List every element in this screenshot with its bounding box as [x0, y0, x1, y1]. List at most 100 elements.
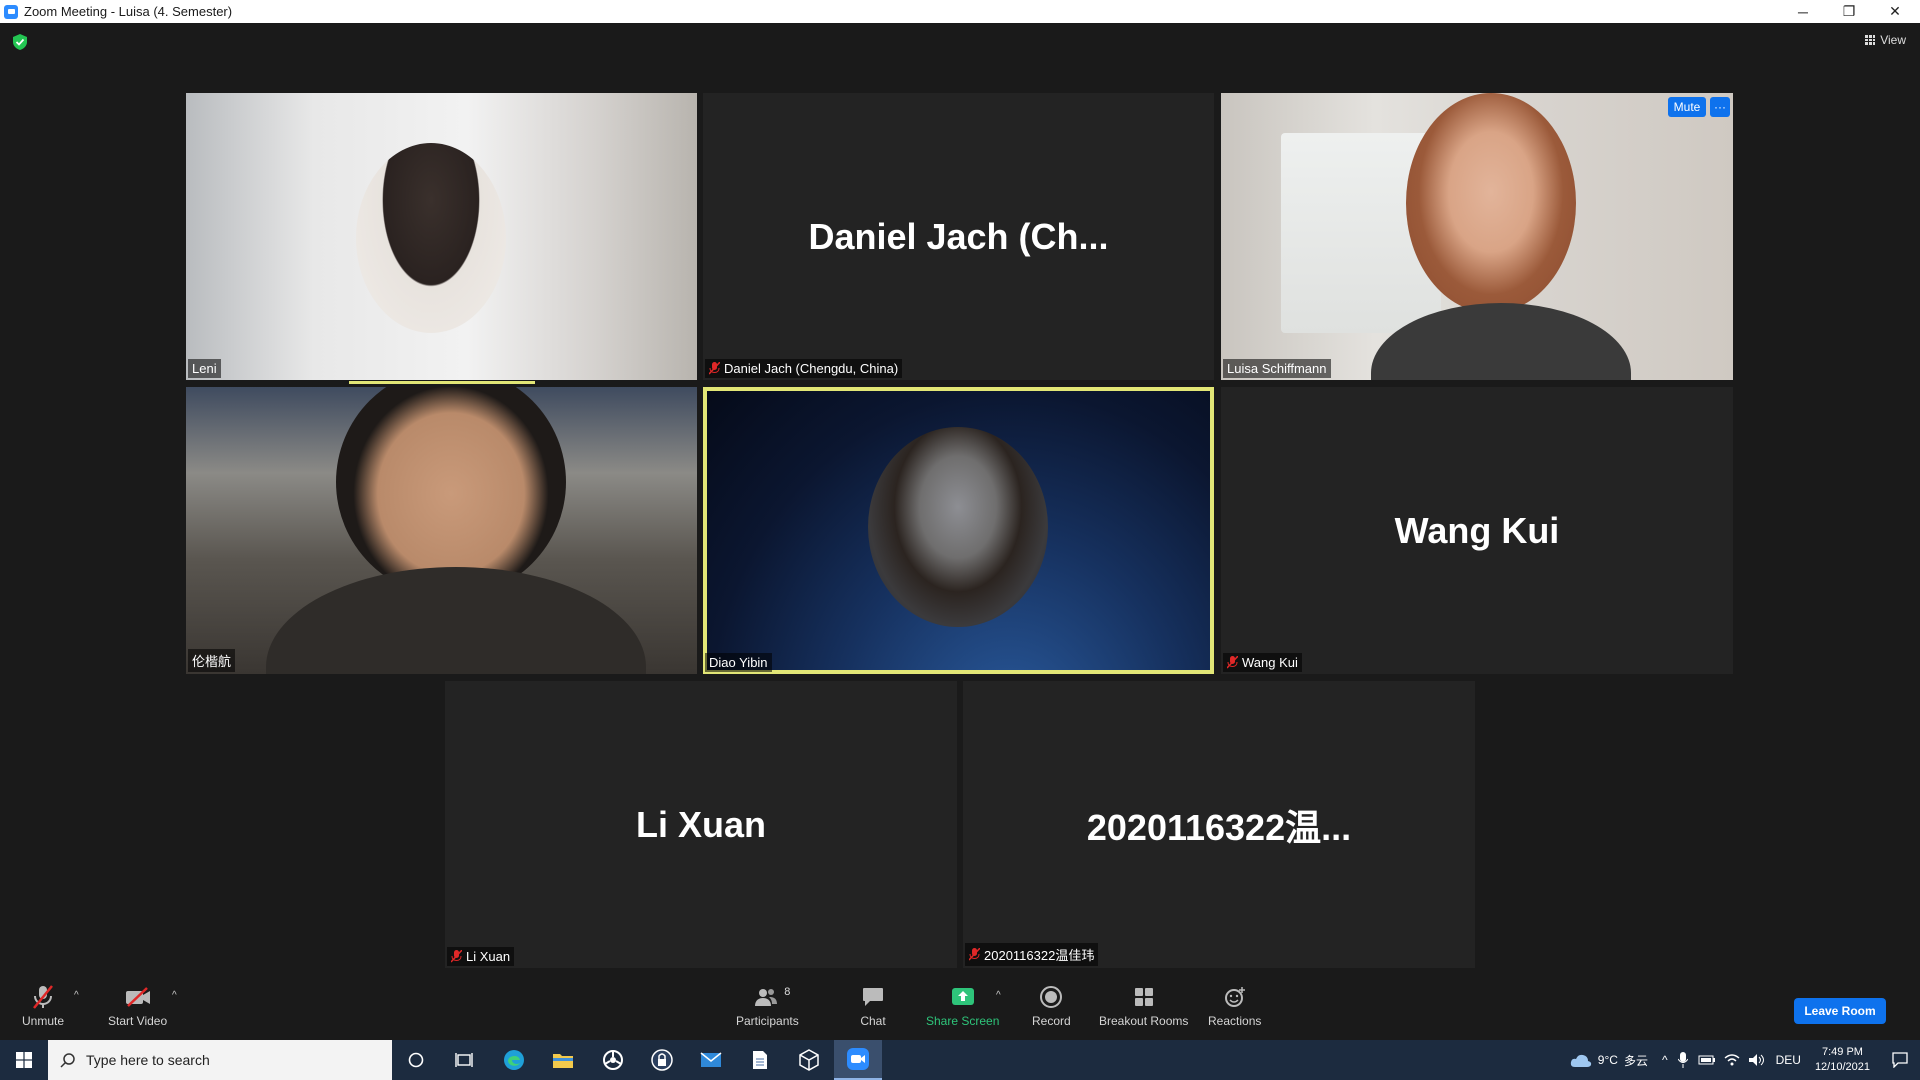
taskbar-mail[interactable] [687, 1040, 735, 1080]
share-screen-icon [950, 984, 976, 1010]
participant-name: Li Xuan [466, 949, 511, 964]
action-center-button[interactable] [1880, 1040, 1920, 1080]
start-button[interactable] [0, 1040, 48, 1080]
taskbar-3d-viewer[interactable] [785, 1040, 833, 1080]
steering-wheel-icon [603, 1050, 623, 1070]
participant-name: Diao Yibin [709, 655, 768, 670]
task-view-icon [455, 1053, 473, 1067]
minimize-button[interactable]: ─ [1780, 0, 1826, 23]
participant-display-name: 2020116322温... [1086, 806, 1352, 848]
reactions-icon [1222, 984, 1248, 1010]
battery-icon[interactable] [1698, 1054, 1716, 1066]
mic-muted-icon [1227, 656, 1238, 669]
reactions-label: Reactions [1208, 1014, 1262, 1028]
video-options-caret[interactable]: ^ [172, 990, 177, 1001]
video-tile-luisa[interactable]: Mute ··· Luisa Schiffmann [1221, 93, 1733, 380]
search-icon [60, 1053, 75, 1068]
audio-options-caret[interactable]: ^ [74, 990, 79, 1001]
cloud-weather-icon[interactable] [1570, 1052, 1592, 1068]
unmute-label: Unmute [22, 1014, 65, 1028]
close-button[interactable]: ✕ [1872, 0, 1918, 23]
speaking-indicator [349, 381, 535, 384]
meeting-toolbar: Unmute ^ Start Video ^ 8 Participants Ch… [0, 978, 1920, 1040]
taskbar-edge[interactable] [490, 1040, 538, 1080]
share-screen-button[interactable]: Share Screen [926, 984, 999, 1028]
video-tile-lixuan[interactable]: Li Xuan Li Xuan [445, 681, 957, 968]
share-options-caret[interactable]: ^ [996, 990, 1001, 1001]
show-hidden-icons-caret[interactable]: ^ [1662, 1053, 1668, 1067]
mic-muted-icon [30, 984, 56, 1010]
participant-name: Wang Kui [1242, 655, 1298, 670]
video-tile-lun[interactable]: 伦楷航 [186, 387, 697, 674]
leave-room-button[interactable]: Leave Room [1794, 998, 1886, 1024]
start-video-label: Start Video [108, 1014, 168, 1028]
taskbar-app-4[interactable] [638, 1040, 686, 1080]
participant-video [1406, 93, 1576, 313]
video-tile-wang[interactable]: Wang Kui Wang Kui [1221, 387, 1733, 674]
name-tag: Wang Kui [1223, 653, 1302, 672]
record-icon [1038, 984, 1064, 1010]
microphone-icon[interactable] [1677, 1052, 1688, 1068]
task-view-button[interactable] [440, 1040, 488, 1080]
participant-name: Daniel Jach (Chengdu, China) [724, 361, 899, 376]
lock-circle-icon [651, 1049, 673, 1071]
system-clock[interactable]: 7:49 PM 12/10/2021 [1815, 1045, 1870, 1075]
window-title: Zoom Meeting - Luisa (4. Semester) [24, 4, 233, 19]
grid-view-icon [1865, 35, 1876, 45]
edge-icon [504, 1050, 524, 1070]
cortana-button[interactable] [392, 1040, 440, 1080]
view-button[interactable]: View [1865, 33, 1906, 47]
chat-button[interactable]: Chat [860, 984, 886, 1028]
volume-icon[interactable] [1748, 1053, 1766, 1067]
reactions-button[interactable]: Reactions [1208, 984, 1261, 1028]
taskbar-zoom[interactable] [834, 1040, 882, 1080]
taskbar-search-box[interactable]: Type here to search [48, 1040, 392, 1080]
breakout-rooms-icon [1131, 984, 1157, 1010]
mail-icon [700, 1052, 722, 1067]
participant-name: Luisa Schiffmann [1227, 361, 1327, 376]
participant-display-name: Daniel Jach (Ch... [808, 215, 1109, 257]
participants-count: 8 [784, 986, 791, 998]
participants-button[interactable]: 8 Participants [736, 984, 799, 1028]
participant-video [356, 143, 506, 333]
name-tag: Diao Yibin [705, 653, 772, 672]
start-video-button[interactable]: Start Video [108, 984, 167, 1028]
participant-name: Leni [192, 361, 217, 376]
chat-icon [860, 984, 886, 1010]
video-tile-wen[interactable]: 2020116322温... 2020116322温佳玮 [963, 681, 1475, 968]
mute-participant-button[interactable]: Mute [1668, 97, 1706, 117]
weather-temperature[interactable]: 9°C [1598, 1053, 1618, 1067]
participant-video [868, 427, 1048, 627]
name-tag: 2020116322温佳玮 [965, 943, 1099, 966]
meeting-area: View Leni Daniel Jach (Ch... Daniel Jach… [0, 23, 1920, 978]
input-language[interactable]: DEU [1776, 1053, 1801, 1067]
participants-label: Participants [736, 1014, 799, 1028]
taskbar-file-explorer[interactable] [539, 1040, 587, 1080]
video-tile-leni[interactable]: Leni [186, 93, 697, 380]
name-tag: Leni [188, 359, 221, 378]
breakout-rooms-label: Breakout Rooms [1099, 1014, 1189, 1028]
windows-logo-icon [16, 1052, 32, 1068]
video-tile-diao[interactable]: Diao Yibin [703, 387, 1214, 674]
video-tile-daniel[interactable]: Daniel Jach (Ch... Daniel Jach (Chengdu,… [703, 93, 1214, 380]
breakout-rooms-button[interactable]: Breakout Rooms [1099, 984, 1188, 1028]
restore-button[interactable]: ❐ [1826, 0, 1872, 23]
record-button[interactable]: Record [1032, 984, 1071, 1028]
participant-name: 2020116322温佳玮 [984, 948, 1095, 963]
zoom-app-icon [4, 4, 18, 19]
participant-video [336, 387, 566, 597]
mic-muted-icon [451, 950, 462, 963]
taskbar-app-3[interactable] [589, 1040, 637, 1080]
chat-label: Chat [860, 1014, 886, 1028]
clock-date: 12/10/2021 [1814, 1061, 1870, 1073]
mic-muted-icon [709, 362, 720, 375]
system-tray: 9°C 多云 ^ DEU 7:49 PM 12/10/2021 [1570, 1040, 1920, 1080]
unmute-button[interactable]: Unmute [22, 984, 64, 1028]
taskbar-notepad[interactable] [736, 1040, 784, 1080]
encryption-shield-icon[interactable] [13, 34, 27, 50]
more-options-button[interactable]: ··· [1710, 97, 1730, 117]
document-icon [753, 1051, 767, 1069]
wifi-icon[interactable] [1724, 1053, 1740, 1067]
record-label: Record [1032, 1014, 1071, 1028]
weather-description[interactable]: 多云 [1624, 1052, 1648, 1069]
